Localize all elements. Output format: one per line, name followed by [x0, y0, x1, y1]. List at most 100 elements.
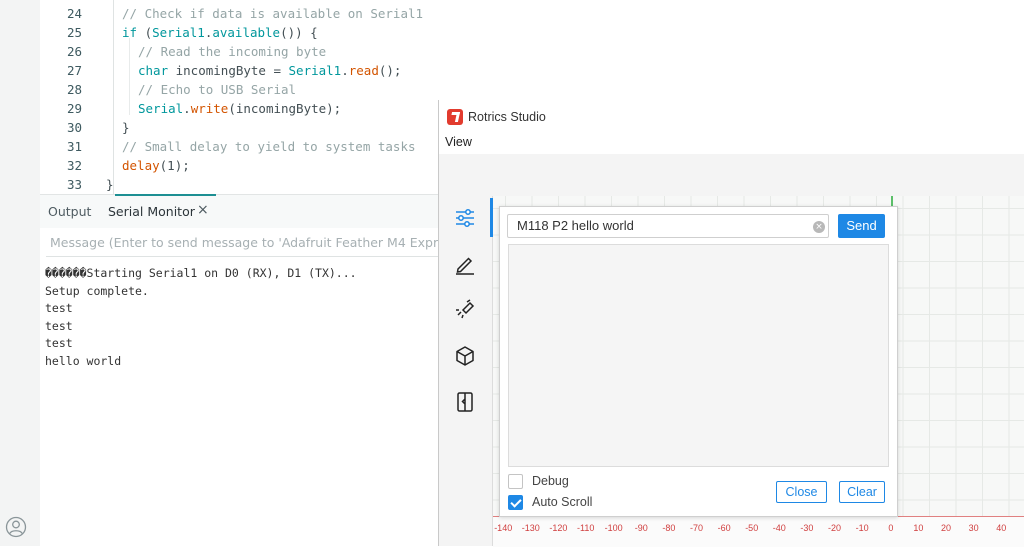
ruler-tick-label: -110 [577, 523, 595, 533]
ruler-tick-label: -40 [772, 523, 786, 533]
code-token: read [348, 63, 379, 78]
code-token: Serial1 [152, 25, 205, 40]
code-token: // Check if data is available on Serial1 [122, 6, 424, 21]
line-number: 29 [66, 101, 82, 116]
code-line: 25 if (Serial1.available()) { [40, 23, 440, 42]
panel-tabs: Output Serial Monitor × [40, 195, 440, 228]
ruler-tick-label: -70 [690, 523, 704, 533]
code-text: // Read the incoming byte [138, 42, 326, 61]
clear-input-icon[interactable]: × [813, 221, 825, 233]
send-button[interactable]: Send [838, 214, 885, 238]
code-text: // Small delay to yield to system tasks [122, 137, 416, 156]
code-token: } [122, 120, 130, 135]
rotrics-logo-icon [447, 109, 463, 125]
code-token: ( [137, 25, 153, 40]
code-token: . [183, 101, 191, 116]
monitor-line: test [45, 301, 73, 315]
ide-activity-bar [0, 0, 41, 546]
laser-icon[interactable] [453, 298, 477, 322]
code-text: // Check if data is available on Serial1 [122, 4, 423, 23]
ruler-tick-label: -140 [494, 523, 513, 533]
bottom-panel: Output Serial Monitor × Message (Enter t… [40, 195, 444, 546]
line-number: 31 [66, 139, 82, 154]
line-number: 32 [66, 158, 82, 173]
code-token: // Read the incoming byte [138, 44, 327, 59]
command-input-value: M118 P2 hello world [517, 218, 634, 233]
auto-scroll-checkbox[interactable] [508, 495, 523, 510]
sliders-icon[interactable] [453, 206, 477, 230]
code-text: } [106, 175, 114, 194]
ruler-tick-label: -30 [800, 523, 814, 533]
ruler-tick-label: -130 [521, 523, 540, 533]
active-tool-indicator [490, 198, 493, 237]
tab-output[interactable]: Output [48, 204, 91, 219]
code-token: delay [122, 158, 160, 173]
monitor-line: test [45, 336, 73, 350]
code-token: available [212, 25, 281, 40]
code-line: 30} [40, 118, 440, 137]
title-bar: Rotrics Studio [439, 100, 1024, 132]
menu-bar: View [439, 132, 1024, 154]
ruler-tick-label: -80 [662, 523, 676, 533]
close-button[interactable]: Close [776, 481, 827, 503]
code-line: 27 char incomingByte = Serial1.read(); [40, 61, 440, 80]
code-token: (); [378, 63, 402, 78]
left-toolbar [439, 196, 493, 546]
close-icon[interactable]: × [197, 202, 209, 218]
x-axis-ruler: -140 -130 -120 -110 -100 -90 -80 -70 -60 -50 -40 -3… [493, 516, 1024, 547]
code-text: char incomingByte = Serial1.read(); [138, 61, 401, 80]
menu-view[interactable]: View [445, 135, 472, 149]
account-icon[interactable] [5, 516, 27, 538]
code-line: 31 // Small delay to yield to system task… [40, 137, 440, 156]
code-token: . [341, 63, 349, 78]
code-editor[interactable]: 24 // Check if data is available on Seria… [40, 0, 440, 194]
ruler-tick-label: -20 [828, 523, 842, 533]
ruler-tick-label: 10 [913, 523, 924, 533]
cube-icon[interactable] [453, 344, 477, 368]
code-token: (1); [159, 158, 190, 173]
serial-console-dialog: M118 P2 hello world × Send Debug Auto Sc… [499, 206, 898, 517]
code-token: (incomingByte); [228, 101, 342, 116]
code-text: } [122, 118, 130, 137]
code-token: // Small delay to yield to system tasks [122, 139, 416, 154]
pen-icon[interactable] [453, 252, 477, 276]
monitor-line: ������Starting Serial1 on D0 (RX), D1 (T… [45, 266, 357, 280]
code-line: 32 delay(1); [40, 156, 440, 175]
code-text: if (Serial1.available()) { [122, 23, 318, 42]
code-token: write [190, 101, 229, 116]
ruler-tick-label: 20 [941, 523, 952, 533]
clear-button[interactable]: Clear [839, 481, 885, 503]
debug-checkbox[interactable] [508, 474, 523, 489]
code-token: // Echo to USB Serial [138, 82, 297, 97]
window-title: Rotrics Studio [468, 110, 546, 124]
code-line: 26 // Read the incoming byte [40, 42, 440, 61]
debug-label: Debug [532, 474, 569, 488]
book-icon[interactable] [453, 390, 477, 414]
monitor-line: Setup complete. [45, 283, 149, 298]
console-output-area [508, 244, 889, 467]
ruler-tick-label: 0 [888, 523, 894, 533]
code-text: // Echo to USB Serial [138, 80, 296, 99]
code-line: 28 // Echo to USB Serial [40, 80, 440, 99]
ruler-tick-label: -100 [604, 523, 623, 533]
code-text: delay(1); [122, 156, 190, 175]
serial-message-input[interactable]: Message (Enter to send message to 'Adafr… [46, 230, 444, 257]
ruler-tick-label: -60 [717, 523, 731, 533]
code-line: 24 // Check if data is available on Seria… [40, 4, 440, 23]
code-token: char [138, 63, 169, 78]
monitor-line: test [45, 318, 73, 333]
ruler-tick-label: -50 [745, 523, 759, 533]
ruler-tick-label: 30 [968, 523, 979, 533]
line-number: 28 [66, 82, 82, 97]
ruler-tick-label: -120 [549, 523, 568, 533]
tab-serial-monitor[interactable]: Serial Monitor [108, 204, 195, 219]
ruler-tick-label: -10 [855, 523, 869, 533]
code-token: } [106, 177, 114, 192]
line-number: 33 [66, 177, 82, 192]
rotrics-studio-window: Rotrics Studio View -140 -130 -120 -110 -100… [438, 100, 1024, 547]
code-line: 33} [40, 175, 440, 194]
code-token: Serial1 [288, 63, 342, 78]
command-input[interactable]: M118 P2 hello world × [507, 214, 829, 238]
line-number: 24 [66, 6, 82, 21]
line-number: 27 [66, 63, 82, 78]
